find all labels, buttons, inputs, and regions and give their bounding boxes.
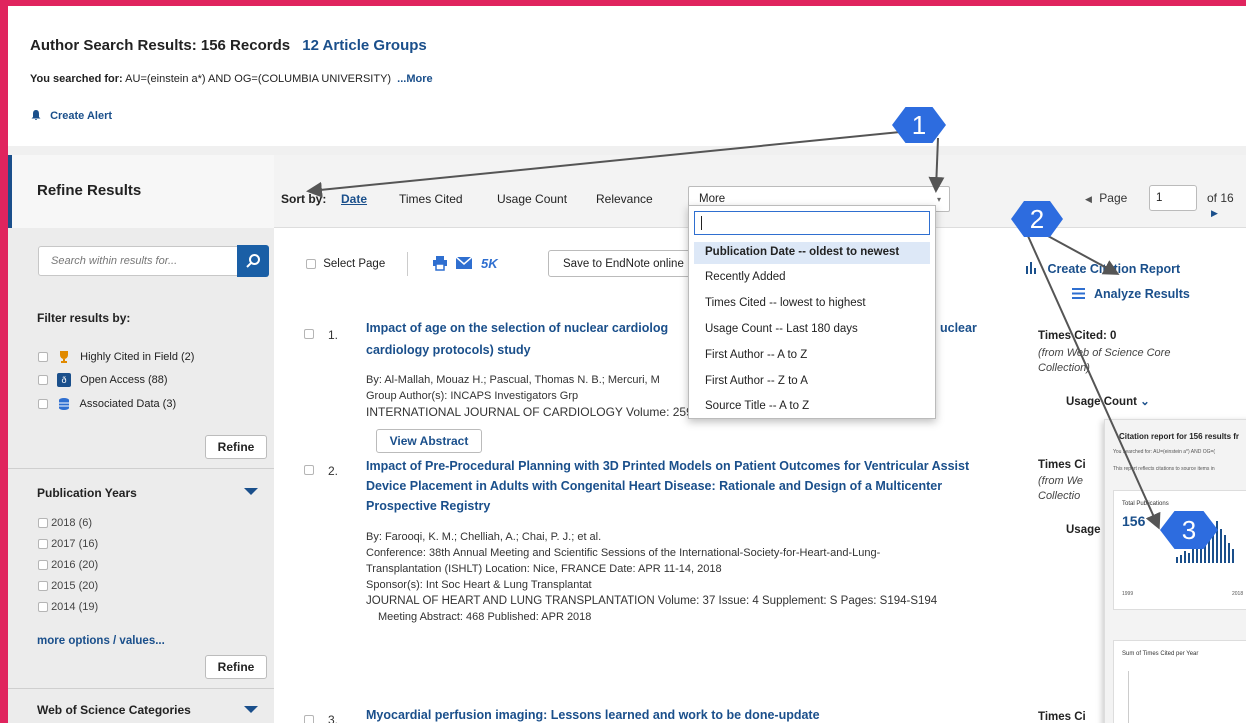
annotation-arrows <box>306 130 1161 530</box>
page-frame: Author Search Results: 156 Records 12 Ar… <box>8 6 1246 723</box>
